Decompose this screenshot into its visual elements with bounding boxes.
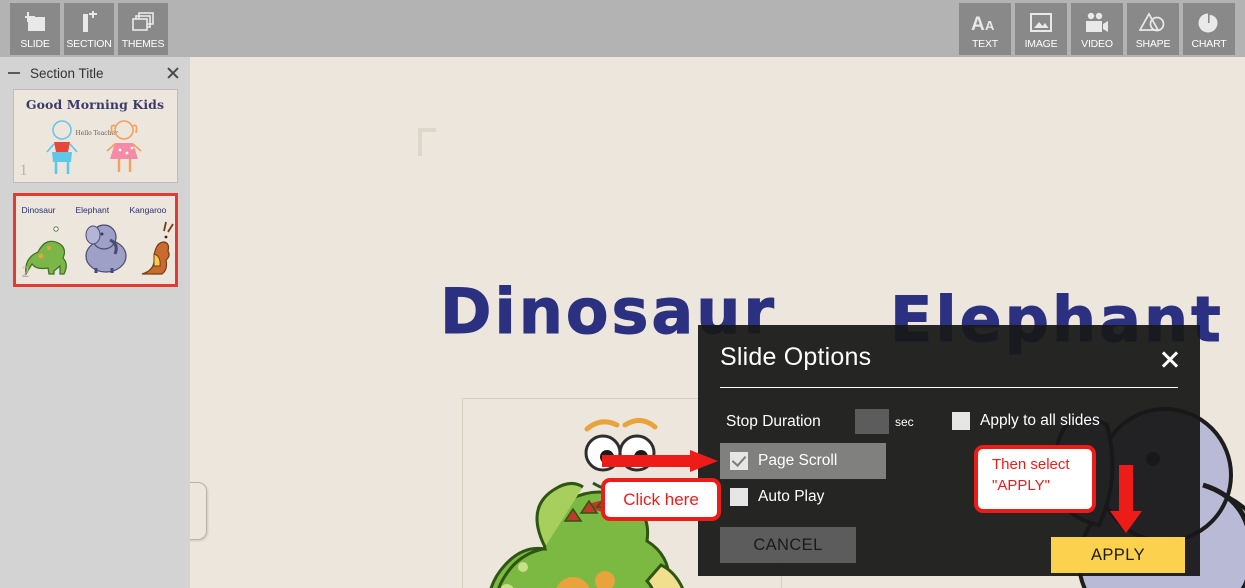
red-arrow-down [1110, 465, 1142, 533]
add-section-button[interactable]: SECTION [64, 3, 114, 55]
insert-shape-button[interactable]: SHAPE [1127, 3, 1179, 55]
red-arrow-right [602, 450, 718, 472]
then-select-line1: Then select [992, 456, 1070, 473]
auto-play-label: Auto Play [758, 488, 825, 505]
auto-play-checkbox[interactable] [730, 488, 748, 506]
slide-2-number: 2 [21, 264, 30, 281]
dialog-divider [720, 387, 1178, 388]
stop-duration-row: Stop Duration sec Apply to all slides [698, 409, 1200, 439]
chart-icon [1196, 8, 1222, 38]
slide-2-artwork [24, 221, 174, 276]
add-section-icon [76, 8, 102, 38]
slide-1-number: 1 [19, 162, 28, 179]
dialog-title: Slide Options [720, 343, 872, 371]
shape-icon [1139, 8, 1167, 38]
then-select-callout: Then select "APPLY" [974, 445, 1096, 513]
toolbar-left-group: SLIDE SECTION THEMES [10, 3, 168, 55]
dialog-close-icon[interactable] [1160, 349, 1180, 369]
minus-icon[interactable] [8, 67, 20, 79]
cancel-button[interactable]: CANCEL [720, 527, 856, 563]
add-section-label: SECTION [66, 38, 112, 50]
add-slide-button[interactable]: SLIDE [10, 3, 60, 55]
svg-text:A: A [985, 18, 995, 33]
add-slide-icon [22, 8, 48, 38]
insert-video-label: VIDEO [1081, 38, 1113, 50]
close-icon[interactable] [166, 66, 180, 80]
insert-image-button[interactable]: IMAGE [1015, 3, 1067, 55]
text-icon: A A [970, 8, 1000, 38]
stop-duration-input[interactable] [855, 409, 889, 434]
toolbar-right-group: A A TEXT IMAGE VIDEO SHAPE CHART [959, 3, 1235, 55]
page-scroll-label: Page Scroll [758, 452, 838, 469]
themes-icon [130, 8, 156, 38]
stop-duration-label: Stop Duration [726, 413, 821, 430]
slide-options-dialog: Slide Options Stop Duration sec Apply to… [698, 325, 1200, 576]
insert-video-button[interactable]: VIDEO [1071, 3, 1123, 55]
click-here-callout: Click here [601, 478, 721, 521]
seconds-label: sec [895, 415, 914, 429]
slide-1-artwork [45, 120, 142, 174]
video-icon [1083, 8, 1111, 38]
auto-play-option[interactable]: Auto Play [720, 479, 886, 515]
svg-text:A: A [971, 14, 985, 34]
apply-to-all-slides-checkbox[interactable] [952, 412, 970, 430]
slide-thumbnail-1[interactable]: Good Morning Kids Hello Teacher 1 [12, 89, 178, 183]
insert-shape-label: SHAPE [1135, 38, 1171, 50]
insert-text-label: TEXT [971, 38, 999, 50]
themes-label: THEMES [121, 38, 165, 50]
insert-chart-button[interactable]: CHART [1183, 3, 1235, 55]
page-scroll-checkbox[interactable] [730, 452, 748, 470]
panel-expand-tab[interactable] [190, 482, 207, 540]
top-toolbar: SLIDE SECTION THEMES A A TEXT IMAGE VIDE… [0, 0, 1245, 57]
page-scroll-option[interactable]: Page Scroll [720, 443, 886, 479]
presentation-editor-window: SLIDE SECTION THEMES A A TEXT IMAGE VIDE… [0, 0, 1245, 588]
add-slide-label: SLIDE [20, 38, 50, 50]
insert-chart-label: CHART [1191, 38, 1227, 50]
apply-button[interactable]: APPLY [1051, 537, 1185, 573]
slides-sidebar: Section Title Good Morning Kids Hello Te… [0, 57, 190, 588]
image-icon [1028, 8, 1054, 38]
then-select-line2: "APPLY" [992, 477, 1050, 494]
slide-thumbnail-2[interactable]: Dinosaur Elephant Kangaroo 2 [12, 193, 178, 287]
sidebar-header: Section Title [0, 57, 190, 89]
apply-to-all-slides-label: Apply to all slides [980, 412, 1100, 429]
themes-button[interactable]: THEMES [118, 3, 168, 55]
section-title-label: Section Title [30, 65, 104, 81]
insert-image-label: IMAGE [1024, 38, 1058, 50]
guide-corner-mark [408, 128, 436, 156]
click-here-text: Click here [623, 489, 699, 509]
insert-text-button[interactable]: A A TEXT [959, 3, 1011, 55]
